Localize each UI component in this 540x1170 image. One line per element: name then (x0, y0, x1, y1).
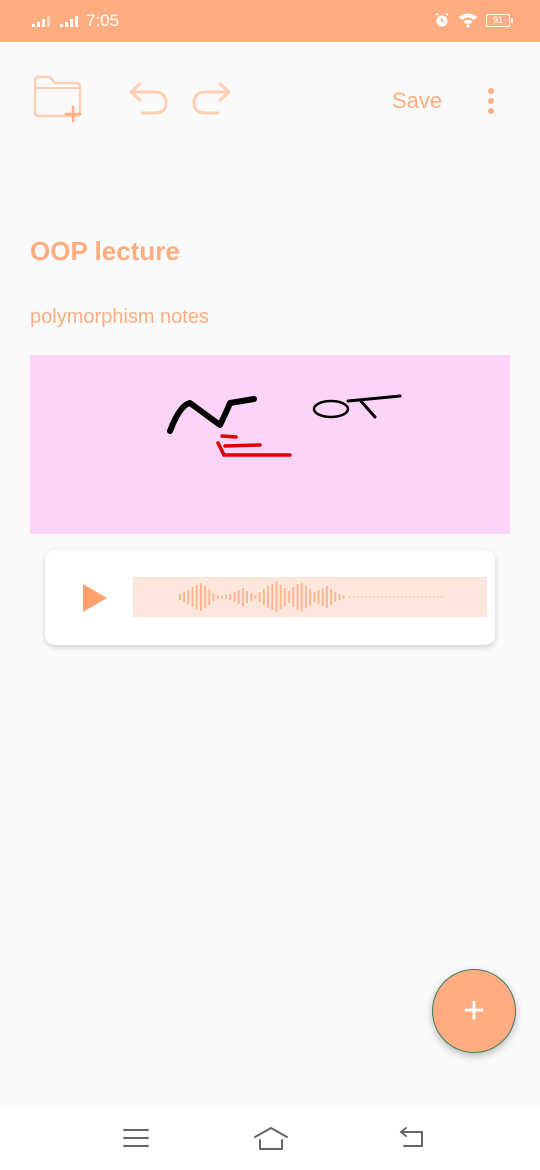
waveform-bar (237, 590, 240, 604)
waveform-bar (242, 588, 244, 606)
waveform-bar (179, 594, 181, 600)
waveform-bar (271, 584, 274, 610)
waveform-bar (296, 584, 299, 610)
waveform-bar (263, 589, 265, 605)
waveform-bar (313, 592, 316, 602)
waveform-bar (254, 595, 257, 599)
waveform-bar (183, 592, 185, 602)
waveform-bar (267, 586, 269, 608)
drawing-canvas[interactable] (30, 355, 510, 534)
waveform-bar (250, 593, 253, 601)
waveform-bar (338, 594, 341, 600)
waveform[interactable] (133, 577, 487, 617)
waveform-bar (204, 586, 206, 608)
waveform-graphic (179, 582, 443, 612)
signal-icon (60, 15, 78, 27)
waveform-bar (233, 592, 236, 602)
waveform-bar (317, 590, 320, 604)
waveform-bar (334, 592, 337, 602)
undo-icon[interactable] (124, 80, 170, 116)
nav-bar (0, 1106, 540, 1170)
wifi-icon (459, 13, 477, 28)
redo-icon[interactable] (190, 80, 236, 116)
alarm-icon (435, 12, 449, 27)
add-button[interactable]: + (432, 969, 516, 1053)
note-title[interactable]: OOP lecture (30, 236, 180, 267)
waveform-bar (284, 588, 286, 606)
waveform-bar (321, 588, 324, 606)
status-bar: 7:05 91 (0, 0, 540, 42)
waveform-bar (200, 583, 202, 611)
waveform-bar (279, 585, 282, 609)
waveform-bar (229, 594, 232, 600)
status-right: 91 (434, 12, 513, 28)
waveform-bar (246, 591, 248, 603)
waveform-bar (305, 586, 307, 608)
status-time: 7:05 (86, 11, 120, 30)
waveform-bar (225, 595, 227, 599)
signal-icon (32, 15, 50, 27)
save-button[interactable]: Save (392, 88, 442, 114)
battery-icon: 91 (486, 13, 513, 27)
waveform-bar (275, 582, 278, 612)
more-vert-icon[interactable] (480, 86, 502, 116)
waveform-bar (330, 589, 332, 605)
handwritten-note-drawing (167, 394, 402, 457)
status-left: 7:05 (32, 11, 119, 31)
waveform-bar (326, 586, 328, 608)
waveform-bar (212, 593, 215, 601)
audio-player-card (45, 550, 495, 645)
waveform-bar (221, 595, 223, 599)
waveform-bar (292, 587, 295, 607)
note-body[interactable]: polymorphism notes (30, 306, 209, 329)
menu-icon[interactable] (122, 1126, 150, 1150)
waveform-bar (187, 590, 190, 604)
waveform-bar (309, 589, 311, 605)
waveform-bar (258, 592, 261, 602)
back-icon[interactable] (396, 1126, 426, 1150)
waveform-bar (191, 587, 194, 607)
home-icon[interactable] (252, 1126, 290, 1152)
waveform-bar (342, 595, 345, 599)
waveform-bar (300, 583, 303, 611)
new-folder-icon[interactable] (32, 74, 84, 124)
waveform-bar (288, 591, 290, 603)
add-icon: + (462, 990, 486, 1032)
waveform-bar (195, 585, 198, 609)
play-icon[interactable] (83, 584, 107, 612)
waveform-bar (208, 589, 211, 605)
waveform-bar (216, 595, 219, 599)
